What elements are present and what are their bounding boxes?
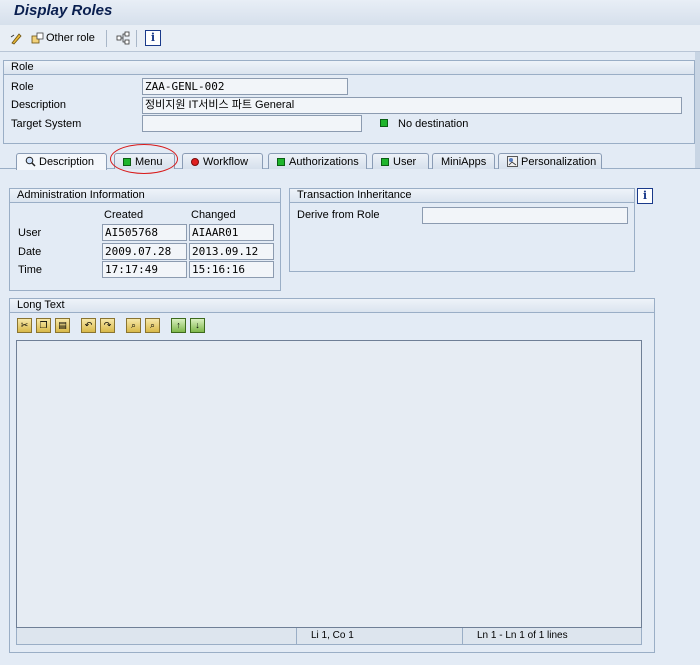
- tab-personalization-label: Personalization: [521, 155, 597, 168]
- tab-description-label: Description: [39, 156, 95, 168]
- tab-authorizations[interactable]: Authorizations: [268, 153, 367, 169]
- long-text-editor[interactable]: [16, 340, 642, 628]
- info-icon[interactable]: i: [637, 188, 653, 204]
- toolbar-separator: [136, 30, 137, 47]
- cut-icon[interactable]: ✂: [17, 318, 32, 333]
- display-change-icon[interactable]: [9, 30, 25, 46]
- redo-icon[interactable]: ↷: [100, 318, 115, 333]
- created-time-field[interactable]: 17:17:49: [102, 261, 187, 278]
- find-next-icon[interactable]: ⌕: [145, 318, 160, 333]
- cursor-position: Li 1, Co 1: [296, 628, 462, 644]
- target-system-field[interactable]: [142, 115, 362, 132]
- created-user-field[interactable]: AI505768: [102, 224, 187, 241]
- long-text-title: Long Text: [10, 299, 654, 313]
- tab-user-label: User: [393, 155, 417, 168]
- derive-from-role-field[interactable]: [422, 207, 628, 224]
- find-icon[interactable]: ⌕: [126, 318, 141, 333]
- created-header: Created: [104, 209, 144, 221]
- date-label: Date: [18, 246, 42, 258]
- target-system-label: Target System: [11, 118, 82, 130]
- info-icon[interactable]: i: [145, 30, 161, 46]
- admin-info-title: Administration Information: [10, 189, 280, 203]
- changed-user-field[interactable]: AIAAR01: [189, 224, 274, 241]
- tab-authorizations-label: Authorizations: [289, 155, 359, 168]
- user-label: User: [18, 227, 42, 239]
- destination-status-icon: [380, 119, 388, 127]
- transaction-inheritance-title: Transaction Inheritance: [290, 189, 634, 203]
- page-title: Display Roles: [14, 2, 113, 19]
- green-status-icon: [381, 157, 389, 166]
- import-icon[interactable]: ↑: [171, 318, 186, 333]
- role-label: Role: [11, 81, 34, 93]
- derive-from-role-label: Derive from Role: [297, 209, 380, 221]
- tab-menu-label: Menu: [135, 155, 163, 168]
- hierarchy-icon[interactable]: [115, 30, 131, 46]
- tab-personalization[interactable]: Personalization: [498, 153, 602, 169]
- search-icon: [25, 156, 36, 167]
- changed-date-field[interactable]: 2013.09.12: [189, 243, 274, 260]
- other-role-button[interactable]: Other role: [46, 32, 95, 44]
- export-icon[interactable]: ↓: [190, 318, 205, 333]
- other-role-icon[interactable]: [30, 30, 46, 46]
- transaction-inheritance-group: Transaction Inheritance: [289, 188, 635, 272]
- undo-icon[interactable]: ↶: [81, 318, 96, 333]
- toolbar-separator: [106, 30, 107, 47]
- tab-workflow-label: Workflow: [203, 155, 249, 168]
- role-group-title: Role: [4, 61, 694, 75]
- tab-user[interactable]: User: [372, 153, 429, 169]
- tab-workflow[interactable]: Workflow: [182, 153, 263, 169]
- tab-menu[interactable]: Menu: [114, 153, 175, 169]
- created-date-field[interactable]: 2009.07.28: [102, 243, 187, 260]
- role-field[interactable]: ZAA-GENL-002: [142, 78, 348, 95]
- tab-miniapps[interactable]: MiniApps: [432, 153, 495, 169]
- application-toolbar: Other role i: [0, 25, 700, 52]
- red-status-icon: [191, 157, 199, 166]
- green-status-icon: [277, 157, 285, 166]
- destination-status-text: No destination: [398, 118, 469, 130]
- changed-time-field[interactable]: 15:16:16: [189, 261, 274, 278]
- copy-icon[interactable]: ❐: [36, 318, 51, 333]
- time-label: Time: [18, 264, 43, 276]
- paste-icon[interactable]: ▤: [55, 318, 70, 333]
- editor-status-bar: Li 1, Co 1 Ln 1 - Ln 1 of 1 lines: [16, 628, 642, 645]
- green-status-icon: [123, 157, 131, 166]
- personalization-icon: [507, 155, 518, 167]
- description-field[interactable]: 정비지원 IT서비스 파트 General: [142, 97, 682, 114]
- tab-miniapps-label: MiniApps: [441, 155, 487, 168]
- title-bar: Display Roles: [0, 0, 700, 25]
- line-count: Ln 1 - Ln 1 of 1 lines: [462, 628, 642, 644]
- tab-description[interactable]: Description: [16, 153, 107, 170]
- description-label: Description: [11, 99, 67, 111]
- changed-header: Changed: [191, 209, 236, 221]
